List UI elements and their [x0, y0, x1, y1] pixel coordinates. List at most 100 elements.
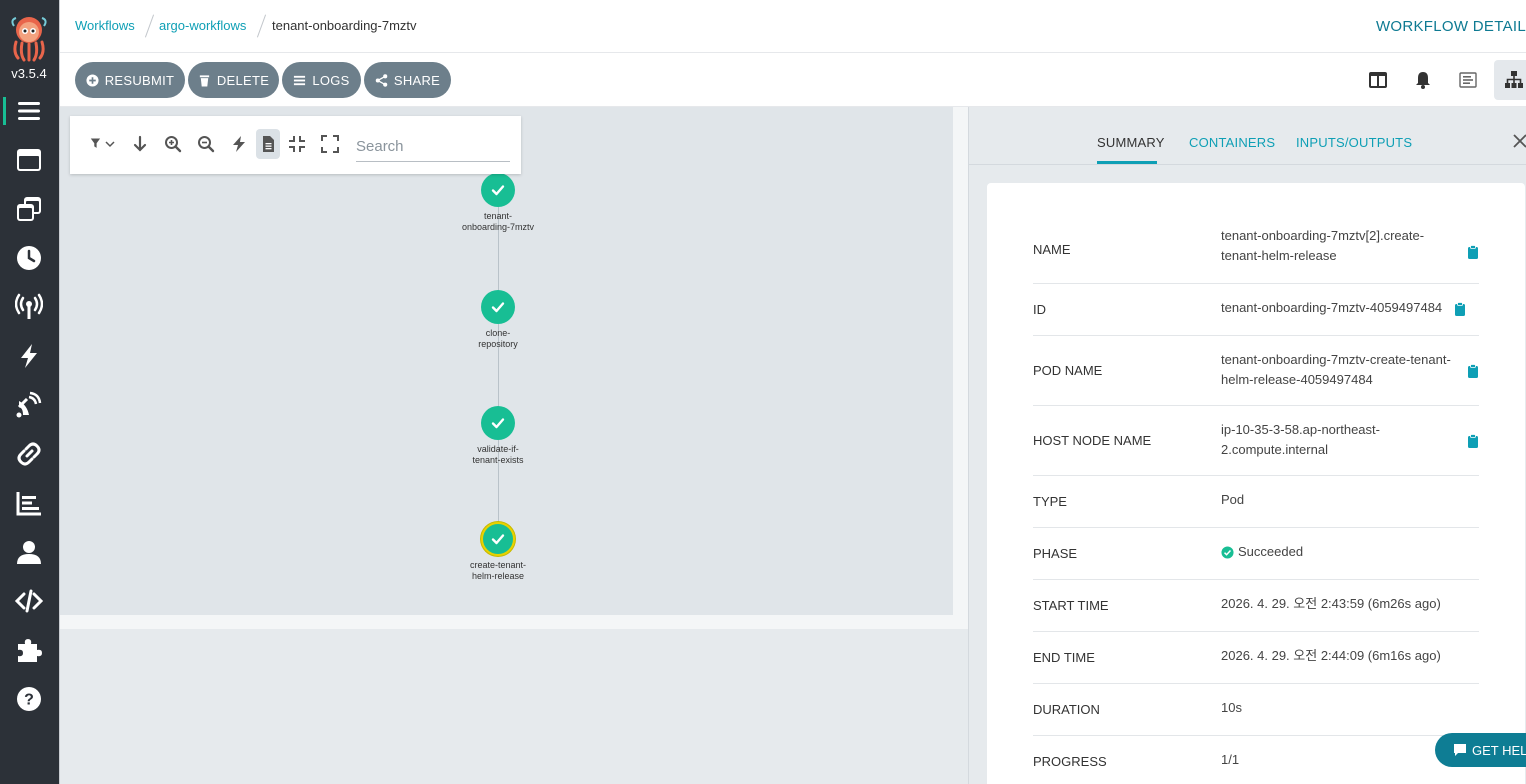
row-label: ID	[1033, 302, 1046, 317]
sidebar-item-reports[interactable]	[0, 481, 58, 525]
detail-row-start-time: START TIME 2026. 4. 29. 오전 2:43:59 (6m26…	[1033, 580, 1479, 632]
direction-toggle[interactable]	[127, 131, 153, 157]
status-succeeded-indicator	[481, 522, 515, 556]
graph-view-button[interactable]	[1494, 60, 1526, 100]
summary-card: NAME tenant-onboarding-7mztv[2].create-t…	[987, 183, 1525, 784]
get-help-label: GET HELP	[1472, 742, 1526, 758]
sidebar-item-plugins[interactable]	[0, 628, 58, 672]
close-icon[interactable]	[1511, 132, 1526, 150]
sidebar-item-workflow-templates[interactable]	[0, 138, 58, 182]
sidebar-item-event-sources[interactable]	[0, 285, 58, 329]
row-value: Succeeded	[1221, 542, 1461, 562]
window-icon	[17, 149, 41, 171]
row-value[interactable]: tenant-onboarding-7mztv-4059497484	[1221, 298, 1481, 318]
sidebar: v3.5.4 ?	[0, 0, 60, 784]
tab-summary[interactable]: SUMMARY	[1097, 135, 1165, 150]
show-artifacts-toggle[interactable]	[256, 129, 280, 159]
logs-label: LOGS	[312, 72, 350, 88]
panel-tabs: SUMMARY CONTAINERS INPUTS/OUTPUTS	[969, 107, 1526, 165]
status-succeeded-indicator	[481, 290, 515, 324]
detail-row-name: NAME tenant-onboarding-7mztv[2].create-t…	[1033, 221, 1479, 284]
detail-row-duration: DURATION 10s	[1033, 684, 1479, 736]
status-succeeded-indicator	[481, 406, 515, 440]
sidebar-item-user[interactable]	[0, 530, 58, 574]
success-check-icon	[1221, 545, 1234, 559]
graph-node[interactable]: tenant-onboarding-7mztv	[448, 173, 548, 233]
node-label: validate-if-tenant-exists	[472, 444, 524, 465]
graph-canvas[interactable]: tenant-onboarding-7mztv clone-repository…	[60, 107, 953, 615]
sidebar-item-help[interactable]: ?	[0, 677, 58, 721]
clipboard-icon[interactable]	[1466, 245, 1480, 259]
graph-toolbar	[70, 116, 521, 174]
zoom-in-button[interactable]	[160, 131, 186, 157]
active-tab-indicator	[1097, 161, 1157, 164]
row-value: 2026. 4. 29. 오전 2:44:09 (6m16s ago)	[1221, 648, 1441, 663]
zoom-out-button[interactable]	[193, 131, 219, 157]
split-view-toggle[interactable]	[1362, 64, 1394, 96]
graph-scrollbar-horizontal[interactable]	[60, 615, 968, 629]
clipboard-icon[interactable]	[1453, 302, 1467, 316]
row-value: 2026. 4. 29. 오전 2:43:59 (6m26s ago)	[1221, 596, 1441, 611]
timeline-view-button[interactable]	[1452, 64, 1484, 96]
sidebar-item-event-flow[interactable]	[0, 383, 58, 427]
compress-icon	[289, 136, 305, 152]
clipboard-icon[interactable]	[1466, 434, 1480, 448]
row-label: HOST NODE NAME	[1033, 433, 1152, 448]
arrow-down-icon	[133, 135, 147, 152]
fullscreen-button[interactable]	[317, 131, 343, 157]
lightning-icon	[21, 344, 37, 368]
check-icon	[491, 418, 505, 429]
top-bar: Workflows argo-workflows tenant-onboardi…	[60, 0, 1526, 53]
clone-icon	[17, 197, 41, 221]
delete-label: DELETE	[216, 72, 270, 88]
filter-dropdown[interactable]	[86, 131, 120, 157]
sidebar-item-api-docs[interactable]	[0, 579, 58, 623]
sidebar-item-event-bindings[interactable]	[0, 432, 58, 476]
detail-row-phase: PHASE Succeeded	[1033, 528, 1479, 580]
sidebar-item-sensors[interactable]	[0, 334, 58, 378]
fast-renderer-toggle[interactable]	[226, 131, 252, 157]
delete-button[interactable]: DELETE	[188, 62, 279, 98]
sidebar-item-cluster-templates[interactable]	[0, 187, 58, 231]
row-label: NAME	[1033, 242, 1071, 257]
tab-containers[interactable]: CONTAINERS	[1189, 135, 1275, 150]
get-help-button[interactable]: GET HELP	[1435, 733, 1526, 767]
row-value[interactable]: ip-10-35-3-58.ap-northeast- 2.compute.int…	[1221, 420, 1461, 460]
share-button[interactable]: SHARE	[364, 62, 451, 98]
share-label: SHARE	[393, 72, 441, 88]
sidebar-item-workflows[interactable]	[0, 89, 58, 133]
graph-node-selected[interactable]: create-tenant-helm-release	[448, 522, 548, 582]
lightning-icon	[233, 136, 245, 152]
zoom-out-icon	[198, 136, 215, 153]
trash-icon	[199, 74, 209, 87]
notifications-button[interactable]	[1407, 64, 1439, 96]
graph-scrollbar-vertical[interactable]	[953, 107, 968, 629]
tab-inputs-outputs[interactable]: INPUTS/OUTPUTS	[1296, 135, 1412, 150]
row-value[interactable]: tenant-onboarding-7mztv[2].create-tenant…	[1221, 226, 1461, 266]
detail-row-progress: PROGRESS 1/1	[1033, 736, 1479, 784]
puzzle-icon	[18, 639, 42, 662]
resubmit-button[interactable]: RESUBMIT	[75, 62, 185, 98]
sidebar-item-cron-workflows[interactable]	[0, 236, 58, 280]
row-value[interactable]: tenant-onboarding-7mztv-create-tenant-he…	[1221, 350, 1461, 390]
check-icon	[491, 185, 505, 196]
breadcrumb-separator	[256, 14, 267, 38]
clipboard-icon[interactable]	[1466, 364, 1480, 378]
logs-button[interactable]: LOGS	[282, 62, 361, 98]
breadcrumb-workflows[interactable]: Workflows	[75, 18, 135, 33]
link-icon	[17, 442, 41, 466]
argo-logo[interactable]	[8, 12, 50, 62]
list-icon	[294, 75, 306, 85]
columns-icon	[1369, 72, 1387, 88]
filter-icon	[90, 138, 101, 148]
graph-node[interactable]: clone-repository	[448, 290, 548, 350]
graph-search-input[interactable]	[356, 132, 510, 162]
detail-row-type: TYPE Pod	[1033, 476, 1479, 528]
node-label: tenant-onboarding-7mztv	[461, 211, 535, 232]
graph-node[interactable]: validate-if-tenant-exists	[448, 406, 548, 466]
bell-icon	[1416, 72, 1430, 89]
check-icon	[491, 302, 505, 313]
breadcrumb-namespace[interactable]: argo-workflows	[159, 18, 246, 33]
collapse-button[interactable]	[284, 131, 310, 157]
broadcast-icon	[15, 293, 43, 319]
